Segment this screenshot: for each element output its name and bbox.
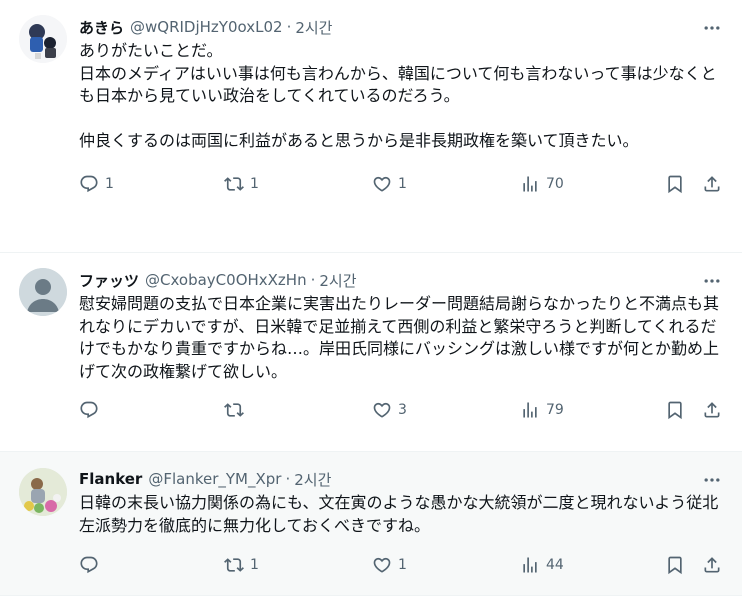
tweet-text: 慰安婦問題の支払で日本企業に実害出たりレーダー問題結局謝らなかったりと不満点も其… xyxy=(79,294,720,381)
bookmark-icon xyxy=(668,401,682,420)
bookmark-button[interactable] xyxy=(665,555,685,575)
like-count: 3 xyxy=(398,402,407,418)
retweet-icon xyxy=(224,176,244,191)
separator: · xyxy=(286,18,292,36)
reply-feed: あきら @wQRIDjHzY0oxL02 · 2시간 ありがたいことだ。 日本の… xyxy=(0,0,742,596)
tweet[interactable]: Flanker @Flanker_YM_Xpr · 2시간 日韓の末長い協力関係… xyxy=(0,452,742,596)
separator: · xyxy=(285,470,291,488)
view-count: 70 xyxy=(546,175,564,192)
display-name[interactable]: あきら xyxy=(79,17,124,38)
handle[interactable]: @CxobayC0OHxXzHn xyxy=(145,271,307,289)
like-button[interactable]: 1 xyxy=(372,555,407,575)
heart-icon xyxy=(373,176,391,192)
reply-button[interactable]: 1 xyxy=(79,174,114,194)
separator: · xyxy=(310,271,316,289)
action-bar: 3 79 xyxy=(79,392,742,432)
reply-icon xyxy=(80,401,98,419)
reply-icon xyxy=(80,175,98,192)
view-count: 44 xyxy=(546,557,564,573)
retweet-button[interactable]: 1 xyxy=(224,174,259,194)
retweet-count: 1 xyxy=(250,175,259,192)
more-icon[interactable] xyxy=(700,16,724,40)
tweet[interactable]: ファッツ @CxobayC0OHxXzHn · 2시간 慰安婦問題の支払で日本企… xyxy=(0,253,742,452)
tweet-text: 日韓の末長い協力関係の為にも、文在寅のような愚かな大統領が二度と現れないよう従北… xyxy=(79,493,719,535)
views-icon xyxy=(523,557,537,573)
avatar[interactable] xyxy=(19,15,67,63)
handle[interactable]: @Flanker_YM_Xpr xyxy=(148,470,281,488)
reply-count: 1 xyxy=(105,175,114,192)
share-button[interactable] xyxy=(702,174,722,194)
more-icon[interactable] xyxy=(700,269,724,293)
bookmark-button[interactable] xyxy=(665,400,685,420)
timestamp[interactable]: 2시간 xyxy=(294,469,331,490)
reply-button[interactable] xyxy=(79,555,105,575)
retweet-button[interactable]: 1 xyxy=(224,555,259,575)
tweet[interactable]: あきら @wQRIDjHzY0oxL02 · 2시간 ありがたいことだ。 日本の… xyxy=(0,0,742,253)
more-icon[interactable] xyxy=(700,468,724,492)
retweet-icon xyxy=(224,558,244,572)
display-name[interactable]: ファッツ xyxy=(79,270,139,291)
share-button[interactable] xyxy=(702,400,722,420)
heart-icon xyxy=(373,402,391,418)
bookmark-icon xyxy=(668,175,682,193)
heart-icon xyxy=(373,557,391,573)
handle[interactable]: @wQRIDjHzY0oxL02 xyxy=(130,18,283,36)
views-icon xyxy=(523,176,537,191)
action-bar: 1 1 44 xyxy=(79,547,742,587)
like-button[interactable]: 1 xyxy=(372,174,407,194)
action-bar: 1 1 1 70 xyxy=(79,166,742,206)
views-icon xyxy=(523,402,537,418)
like-button[interactable]: 3 xyxy=(372,400,407,420)
like-count: 1 xyxy=(398,557,407,573)
timestamp[interactable]: 2시간 xyxy=(295,17,332,38)
share-icon xyxy=(704,175,720,191)
views-button[interactable]: 44 xyxy=(520,555,564,575)
bookmark-icon xyxy=(668,556,682,575)
tweet-text: ありがたいことだ。 日本のメディアはいい事は何も言わんから、韓国について何も言わ… xyxy=(79,41,717,150)
retweet-count: 1 xyxy=(250,557,259,573)
share-button[interactable] xyxy=(702,555,722,575)
display-name[interactable]: Flanker xyxy=(79,470,142,488)
share-icon xyxy=(704,402,720,418)
timestamp[interactable]: 2시간 xyxy=(319,270,356,291)
tweet-header: あきら @wQRIDjHzY0oxL02 · 2시간 xyxy=(79,14,742,40)
views-button[interactable]: 79 xyxy=(520,400,564,420)
view-count: 79 xyxy=(546,402,564,418)
bookmark-button[interactable] xyxy=(665,174,685,194)
avatar[interactable] xyxy=(19,468,67,516)
reply-icon xyxy=(80,556,98,574)
retweet-button[interactable] xyxy=(224,400,250,420)
like-count: 1 xyxy=(398,175,407,192)
retweet-icon xyxy=(224,403,244,417)
share-icon xyxy=(704,557,720,573)
tweet-header: Flanker @Flanker_YM_Xpr · 2시간 xyxy=(79,466,742,492)
views-button[interactable]: 70 xyxy=(520,174,564,194)
reply-button[interactable] xyxy=(79,400,105,420)
avatar[interactable] xyxy=(19,268,67,316)
tweet-header: ファッツ @CxobayC0OHxXzHn · 2시간 xyxy=(79,267,742,293)
